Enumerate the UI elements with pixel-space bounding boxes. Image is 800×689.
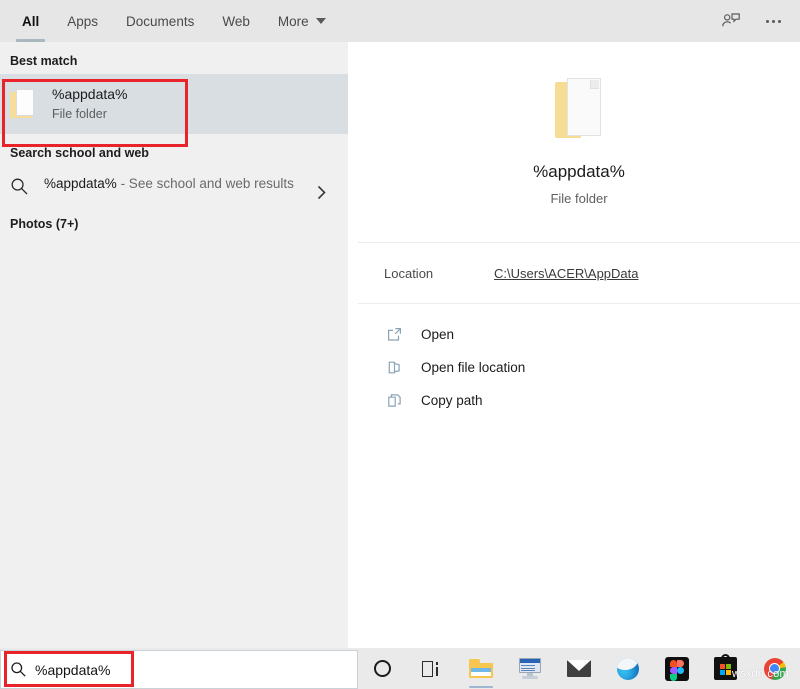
preview-title: %appdata%: [533, 162, 625, 182]
tab-web[interactable]: Web: [208, 0, 264, 42]
web-search-header: Search school and web: [0, 134, 348, 166]
folder-icon: [549, 78, 609, 140]
preview-header: %appdata% File folder: [358, 42, 800, 242]
results-pane: Best match %appdata% File folder Search …: [0, 42, 348, 648]
tab-list: All Apps Documents Web More: [8, 0, 340, 42]
search-input[interactable]: %appdata%: [0, 650, 358, 689]
search-icon: [1, 661, 35, 678]
tab-web-label: Web: [222, 14, 250, 29]
tab-more[interactable]: More: [264, 0, 340, 42]
best-match-text: %appdata% File folder: [52, 85, 128, 122]
action-open-file-location-label: Open file location: [421, 360, 525, 375]
location-row: Location C:\Users\ACER\AppData: [358, 243, 800, 303]
search-input-value: %appdata%: [35, 662, 111, 678]
preview-subtitle: File folder: [550, 191, 607, 206]
cortana-icon[interactable]: [358, 648, 407, 689]
tab-more-label: More: [278, 14, 309, 29]
task-view-icon[interactable]: [407, 648, 456, 689]
tab-bar-actions: [714, 0, 790, 42]
edge-icon[interactable]: [603, 648, 652, 689]
action-copy-path[interactable]: Copy path: [358, 384, 800, 417]
windows-search-window: All Apps Documents Web More: [0, 0, 800, 689]
action-open[interactable]: Open: [358, 318, 800, 351]
mail-icon[interactable]: [554, 648, 603, 689]
tab-all[interactable]: All: [8, 0, 53, 42]
tab-documents-label: Documents: [126, 14, 194, 29]
remote-desktop-icon[interactable]: [505, 648, 554, 689]
best-match-header: Best match: [0, 42, 348, 74]
photos-header: Photos (7+): [0, 207, 348, 231]
tab-apps-label: Apps: [67, 14, 98, 29]
action-list: Open Open file location Copy path: [358, 304, 800, 417]
location-label: Location: [384, 266, 494, 281]
file-explorer-icon[interactable]: [456, 648, 505, 689]
preview-pane: %appdata% File folder Location C:\Users\…: [358, 42, 800, 648]
location-link[interactable]: C:\Users\ACER\AppData: [494, 266, 639, 281]
running-indicator: [469, 686, 493, 688]
web-search-result[interactable]: %appdata% - See school and web results: [0, 166, 348, 207]
feedback-person-icon[interactable]: [714, 4, 748, 38]
tab-apps[interactable]: Apps: [53, 0, 112, 42]
figma-icon[interactable]: [652, 648, 701, 689]
best-match-subtitle: File folder: [52, 106, 128, 122]
action-open-file-location[interactable]: Open file location: [358, 351, 800, 384]
ellipsis-more-icon[interactable]: [756, 4, 790, 38]
web-search-query: %appdata%: [44, 176, 117, 191]
watermark: wsxdn.com: [732, 668, 789, 680]
action-open-label: Open: [421, 327, 454, 342]
web-search-text: %appdata% - See school and web results: [44, 174, 294, 195]
best-match-result[interactable]: %appdata% File folder: [0, 74, 348, 134]
tab-documents[interactable]: Documents: [112, 0, 208, 42]
open-external-icon: [384, 327, 404, 342]
search-icon: [10, 174, 36, 201]
copy-icon: [384, 393, 404, 408]
folder-icon: [10, 89, 36, 119]
tab-all-label: All: [22, 14, 39, 29]
chevron-down-icon: [316, 18, 326, 24]
web-search-suffix: - See school and web results: [117, 176, 294, 191]
search-tab-bar: All Apps Documents Web More: [0, 0, 800, 42]
best-match-title: %appdata%: [52, 85, 128, 103]
action-copy-path-label: Copy path: [421, 393, 483, 408]
folder-open-icon: [384, 360, 404, 375]
chevron-right-icon[interactable]: [315, 184, 328, 206]
